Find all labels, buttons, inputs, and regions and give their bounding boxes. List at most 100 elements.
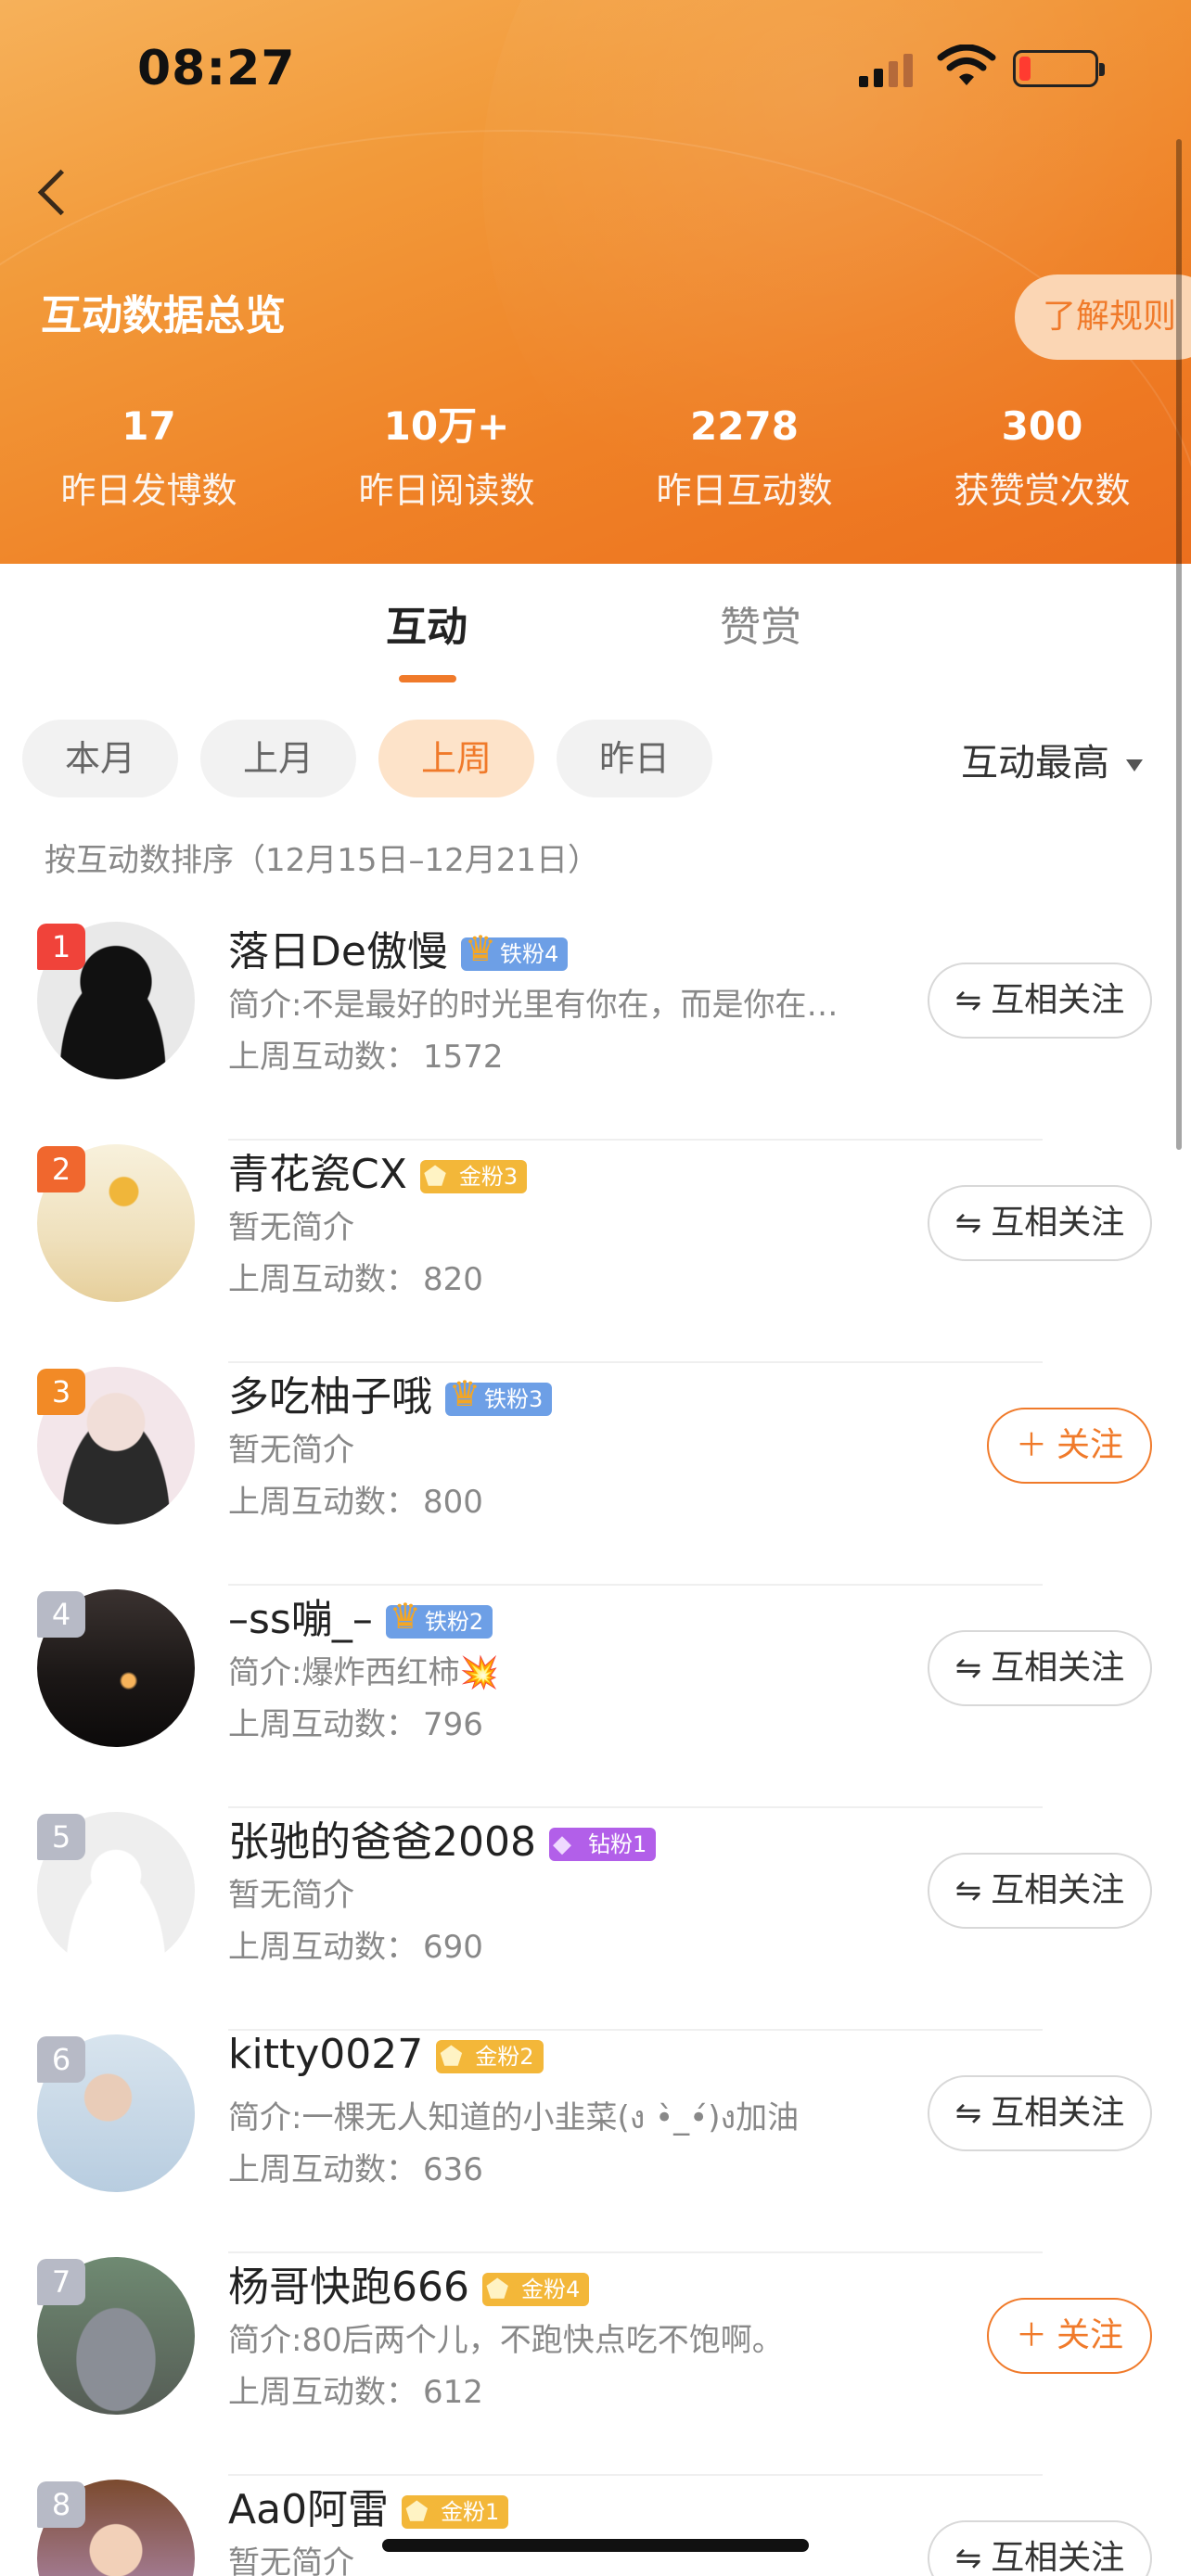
interaction-count: 上周互动数： 796 <box>228 1699 483 1744</box>
mutual-arrows-icon: ⇋ <box>954 2540 982 2576</box>
count-value: 820 <box>423 1261 483 1298</box>
rules-button[interactable]: 了解规则 <box>1015 274 1191 360</box>
user-row[interactable]: 4 –ss嘣_– 铁粉2 简介:爆炸西红柿💥 上周互动数：796 ⇋互相关注 <box>0 1586 1191 1808</box>
mutual-follow-button[interactable]: ⇋ 互相关注 <box>928 2520 1152 2576</box>
fan-badge: 铁粉2 <box>385 1600 493 1639</box>
back-button[interactable] <box>28 156 83 230</box>
fan-badge: 铁粉3 <box>445 1377 553 1416</box>
count-label: 上周互动数： <box>228 1261 417 1298</box>
filter-yesterday[interactable]: 昨日 <box>557 720 712 797</box>
mutual-label: 互相关注 <box>991 2539 1125 2576</box>
stat-value: 300 <box>1001 403 1083 449</box>
sort-description: 按互动数排序（12月15日–12月21日） <box>45 842 600 879</box>
fan-badge: 金粉4 <box>481 2273 590 2306</box>
follow-button[interactable]: ＋关注 <box>987 2298 1152 2374</box>
sort-label: 互动最高 <box>961 742 1109 784</box>
user-bio: 暂无简介 <box>228 1209 354 1246</box>
filter-this-month[interactable]: 本月 <box>22 720 178 797</box>
user-name[interactable]: 落日De傲慢 <box>228 928 448 976</box>
mutual-follow-button[interactable]: ⇋ 互相关注 <box>928 2075 1152 2151</box>
user-name-line[interactable]: 多吃柚子哦铁粉3 <box>228 1363 553 1422</box>
stat-label: 昨日互动数 <box>656 470 833 511</box>
stat-posts: 17 昨日发博数 <box>0 399 298 513</box>
stat-label: 昨日阅读数 <box>358 470 535 511</box>
user-row[interactable]: 2 青花瓷CX 金粉3 暂无简介 上周互动数：820 ⇋互相关注 <box>0 1141 1191 1363</box>
tab-interaction[interactable]: 互动 <box>386 593 467 653</box>
stat-label: 获赞赏次数 <box>954 470 1131 511</box>
mutual-follow-button[interactable]: ⇋ 互相关注 <box>928 1853 1152 1929</box>
mutual-label: 互相关注 <box>991 2094 1125 2132</box>
user-name[interactable]: 张驰的爸爸2008 <box>228 1818 536 1866</box>
filter-last-week[interactable]: 上周 <box>378 720 534 797</box>
user-name-line[interactable]: kitty0027 金粉2 <box>228 2031 544 2078</box>
user-name[interactable]: kitty0027 <box>228 2031 423 2078</box>
user-name-line[interactable]: 杨哥快跑666 金粉4 <box>228 2253 590 2313</box>
filter-last-month[interactable]: 上月 <box>200 720 356 797</box>
stat-label: 昨日发博数 <box>60 470 237 511</box>
count-value: 690 <box>423 1929 483 1966</box>
user-bio: 简介:一棵无人知道的小韭菜(ง •̀_•́)ง加油 <box>228 2099 800 2136</box>
follow-button[interactable]: ＋关注 <box>987 1408 1152 1484</box>
mutual-arrows-icon: ⇋ <box>954 2095 982 2132</box>
count-label: 上周互动数： <box>228 1039 417 1076</box>
stat-value: 2278 <box>690 403 799 449</box>
user-name-line[interactable]: –ss嘣_– 铁粉2 <box>228 1586 493 1645</box>
rank-badge: 6 <box>37 2036 85 2083</box>
interaction-count: 上周互动数： 690 <box>228 1921 483 1967</box>
user-row[interactable]: 1 落日De傲慢铁粉4 简介:不是最好的时光里有你在，而是你在… 上周互动数：1… <box>0 918 1191 1141</box>
mutual-arrows-icon: ⇋ <box>954 1650 982 1687</box>
mutual-label: 互相关注 <box>991 1204 1125 1242</box>
stat-reads: 10万+ 昨日阅读数 <box>298 399 596 513</box>
user-bio: 暂无简介 <box>228 1432 354 1469</box>
mutual-follow-button[interactable]: ⇋ 互相关注 <box>928 1185 1152 1261</box>
period-filters: 本月 上月 上周 昨日 <box>22 720 712 797</box>
user-row[interactable]: 3 多吃柚子哦铁粉3 暂无简介 上周互动数：800 ＋关注 <box>0 1363 1191 1586</box>
count-value: 612 <box>423 2374 483 2411</box>
user-row[interactable]: 5 张驰的爸爸2008 钻粉1 暂无简介 上周互动数：690 ⇋互相关注 <box>0 1808 1191 2031</box>
user-name-line[interactable]: 张驰的爸爸2008 钻粉1 <box>228 1808 657 1868</box>
plus-icon: ＋ <box>1015 1427 1047 1464</box>
user-name[interactable]: 杨哥快跑666 <box>228 2264 469 2311</box>
wifi-icon <box>937 45 996 85</box>
fan-badge: 金粉1 <box>402 2495 509 2529</box>
mutual-label: 互相关注 <box>991 1649 1125 1687</box>
user-name[interactable]: 多吃柚子哦 <box>228 1373 432 1421</box>
user-row[interactable]: 6 kitty0027 金粉2 简介:一棵无人知道的小韭菜(ง •̀_•́)ง加油… <box>0 2031 1191 2253</box>
mutual-follow-button[interactable]: ⇋ 互相关注 <box>928 1630 1152 1706</box>
interaction-count: 上周互动数： 612 <box>228 2366 483 2412</box>
tab-reward[interactable]: 赞赏 <box>720 593 801 653</box>
rank-badge: 3 <box>37 1369 85 1415</box>
user-name[interactable]: 青花瓷CX <box>228 1151 407 1198</box>
user-bio: 简介:80后两个儿，不跑快点吃不饱啊。 <box>228 2322 784 2359</box>
interaction-count: 上周互动数： 1572 <box>228 1031 504 1077</box>
mutual-arrows-icon: ⇋ <box>954 1205 982 1242</box>
user-row[interactable]: 7 杨哥快跑666 金粉4 简介:80后两个儿，不跑快点吃不饱啊。 上周互动数：6… <box>0 2253 1191 2476</box>
user-bio: 简介:不是最好的时光里有你在，而是你在… <box>228 987 839 1024</box>
user-name[interactable]: Aa0阿雷 <box>228 2486 389 2533</box>
user-name-line[interactable]: Aa0阿雷金粉1 <box>228 2476 509 2535</box>
tab-bar: 互动 赞赏 <box>0 593 1191 686</box>
home-indicator <box>382 2539 809 2552</box>
interaction-count: 上周互动数： 636 <box>228 2144 483 2189</box>
stat-rewards: 300 获赞赏次数 <box>893 399 1191 513</box>
rank-badge: 5 <box>37 1814 85 1860</box>
stat-value: 17 <box>122 403 176 449</box>
mutual-follow-button[interactable]: ⇋ 互相关注 <box>928 963 1152 1039</box>
user-row[interactable]: 8 Aa0阿雷金粉1 暂无简介 上周互动数： ⇋互相关注 <box>0 2476 1191 2576</box>
user-name-line[interactable]: 青花瓷CX 金粉3 <box>228 1141 528 1200</box>
mutual-label: 互相关注 <box>991 981 1125 1019</box>
plus-icon: ＋ <box>1015 2317 1047 2354</box>
user-bio: 简介:爆炸西红柿💥 <box>228 1654 499 1691</box>
fan-badge: 金粉2 <box>436 2040 544 2073</box>
mutual-arrows-icon: ⇋ <box>954 1872 982 1909</box>
stats-row: 17 昨日发博数 10万+ 昨日阅读数 2278 昨日互动数 300 获赞赏次数 <box>0 399 1191 513</box>
count-value: 800 <box>423 1484 483 1521</box>
rank-badge: 4 <box>37 1591 85 1638</box>
sort-dropdown[interactable]: 互动最高 <box>961 733 1143 786</box>
fan-badge: 铁粉4 <box>460 932 569 971</box>
page-title: 互动数据总览 <box>41 292 286 339</box>
cellular-signal-icon <box>859 54 913 87</box>
user-name-line[interactable]: 落日De傲慢铁粉4 <box>228 918 569 977</box>
status-time: 08:27 <box>137 41 296 96</box>
user-name[interactable]: –ss嘣_– <box>228 1596 373 1643</box>
